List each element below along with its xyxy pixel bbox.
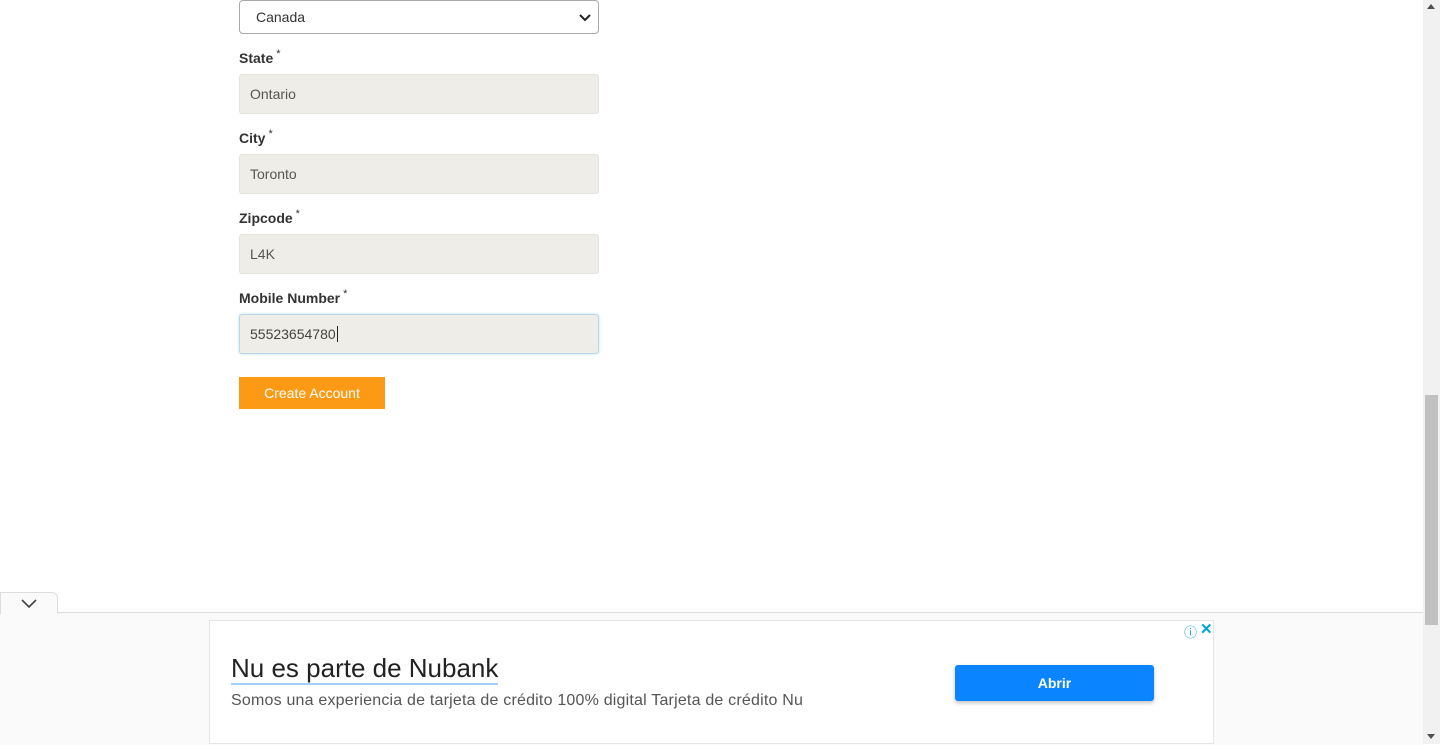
mobile-label-text: Mobile Number <box>239 290 341 306</box>
chevron-down-icon <box>21 599 37 609</box>
zipcode-label-text: Zipcode <box>239 210 293 226</box>
state-field[interactable]: Ontario <box>239 74 599 114</box>
info-icon[interactable]: ⓘ <box>1184 622 1197 641</box>
zipcode-field-value: L4K <box>250 246 275 262</box>
scrollbar-thumb[interactable] <box>1425 395 1438 625</box>
text-caret <box>336 326 338 342</box>
state-field-value: Ontario <box>250 86 296 102</box>
city-field[interactable]: Toronto <box>239 154 599 194</box>
collapse-ad-button[interactable] <box>0 592 58 614</box>
mobile-label: Mobile Number * <box>239 288 348 306</box>
ad-title[interactable]: Nu es parte de Nubank <box>231 653 499 685</box>
ad-description: Somos una experiencia de tarjeta de créd… <box>231 692 804 709</box>
close-icon[interactable]: ✕ <box>1200 620 1213 638</box>
zipcode-field[interactable]: L4K <box>239 234 599 274</box>
required-mark: * <box>295 208 300 220</box>
scroll-down-arrow-icon[interactable] <box>1427 734 1435 739</box>
country-select-value: Canada <box>256 9 306 25</box>
city-label-text: City <box>239 130 266 146</box>
ad-open-button[interactable]: Abrir <box>955 665 1154 701</box>
vertical-scrollbar[interactable] <box>1423 0 1440 744</box>
chevron-down-icon <box>579 14 591 22</box>
ad-card[interactable]: Nu es parte de Nubank Somos una experien… <box>209 620 1214 744</box>
required-mark: * <box>268 128 273 140</box>
city-field-value: Toronto <box>250 166 297 182</box>
required-mark: * <box>276 48 281 60</box>
state-label-text: State <box>239 50 274 66</box>
scroll-up-arrow-icon[interactable] <box>1427 4 1435 9</box>
create-account-button[interactable]: Create Account <box>239 377 385 409</box>
state-label: State * <box>239 48 281 66</box>
mobile-field-value: 55523654780 <box>250 326 336 342</box>
mobile-field[interactable]: 55523654780 <box>239 314 599 354</box>
city-label: City * <box>239 128 273 146</box>
zipcode-label: Zipcode * <box>239 208 300 226</box>
country-select[interactable]: Canada <box>239 0 599 34</box>
required-mark: * <box>343 288 348 300</box>
